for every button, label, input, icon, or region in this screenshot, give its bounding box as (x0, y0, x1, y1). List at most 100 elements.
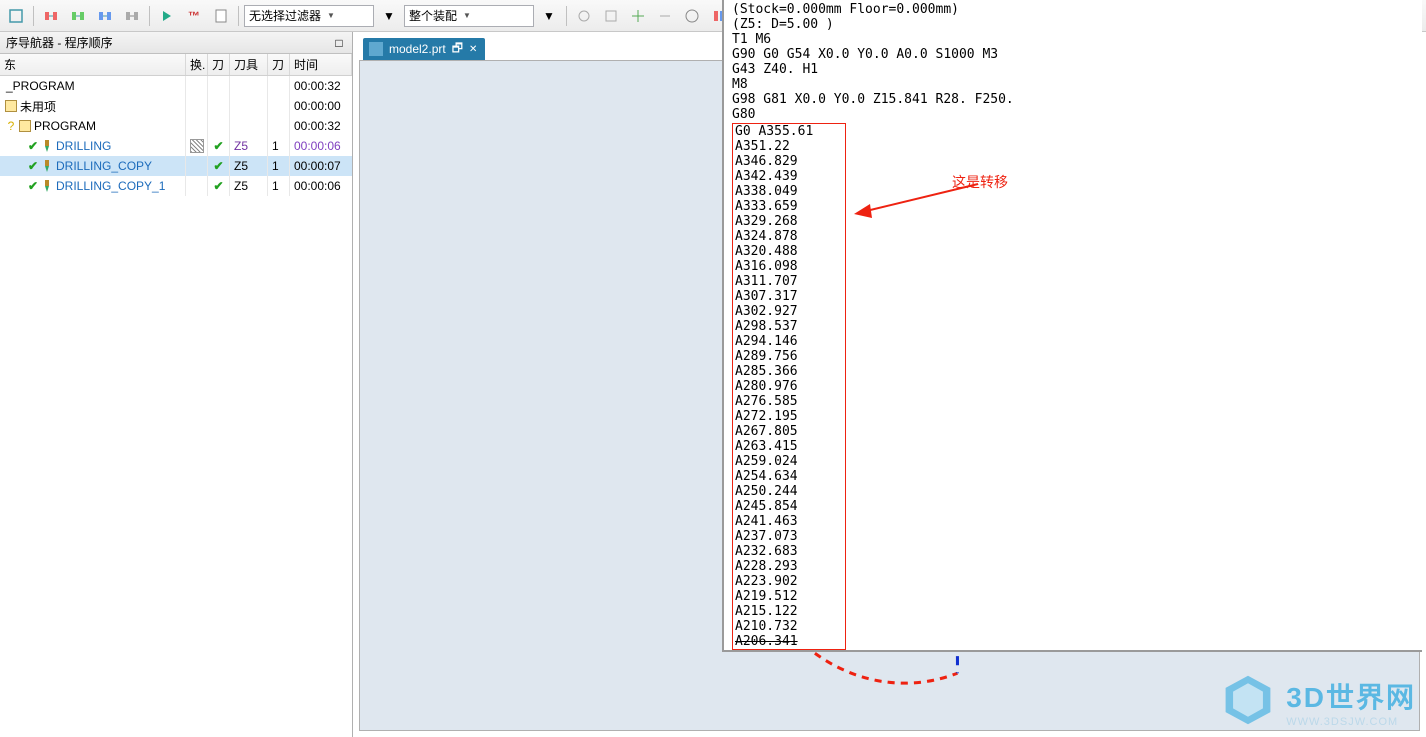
toolbar-btn-m[interactable]: ™ (182, 4, 206, 28)
navigator-title: 序导航器 - 程序顺序 (6, 34, 113, 51)
code-line: A316.098 (735, 259, 843, 274)
time-label: 00:00:06 (294, 179, 341, 193)
code-line: A280.976 (735, 379, 843, 394)
col-change[interactable]: 换. (186, 54, 208, 75)
time-label: 00:00:07 (294, 159, 341, 173)
model-tab[interactable]: model2.prt 🗗 ✕ (363, 38, 485, 60)
filter-dropdown-label: 无选择过滤器 (249, 7, 321, 24)
toolbar-btn-ar[interactable]: ▼ (377, 4, 401, 28)
filter-dropdown[interactable]: 无选择过滤器 ▼ (244, 5, 374, 27)
separator-icon (238, 6, 239, 26)
code-line: A311.707 (735, 274, 843, 289)
toolbar-btn-e[interactable] (680, 4, 704, 28)
col-dao[interactable]: 刀 (208, 54, 230, 75)
code-line: A307.317 (735, 289, 843, 304)
navigator-panel: 序导航器 - 程序顺序 □ 东 换. 刀 刀具 刀 时间 _PROGRAM00:… (0, 32, 353, 737)
assembly-dropdown[interactable]: 整个装配 ▼ (404, 5, 534, 27)
close-icon[interactable]: ✕ (469, 44, 477, 55)
col-dao2[interactable]: 刀 (268, 54, 290, 75)
table-row[interactable]: 未用项 00:00:00 (0, 96, 352, 116)
time-label: 00:00:00 (294, 99, 341, 113)
table-row[interactable]: ? PROGRAM 00:00:32 (0, 116, 352, 136)
navigator-header: 序导航器 - 程序顺序 □ (0, 32, 352, 54)
code-line: A272.195 (735, 409, 843, 424)
table-row[interactable]: ✔DRILLING✔Z5100:00:06 (0, 136, 352, 156)
toolbar-btn-link1[interactable] (39, 4, 63, 28)
toolbar-btn-b[interactable] (599, 4, 623, 28)
code-line: A254.634 (735, 469, 843, 484)
toolbar-btn-play[interactable] (155, 4, 179, 28)
code-line: A206.341 (735, 634, 843, 649)
toolbar-btn-link4[interactable] (120, 4, 144, 28)
toolbar-btn-c[interactable] (626, 4, 650, 28)
code-redbox: G0 A355.61A351.22A346.829A342.439A338.04… (732, 123, 846, 650)
code-line: A215.122 (735, 604, 843, 619)
chevron-down-icon: ▼ (463, 11, 471, 20)
tool-num: 1 (272, 139, 279, 153)
separator-icon (566, 6, 567, 26)
check-icon: ✔ (26, 159, 40, 173)
panel-max-icon[interactable]: □ (332, 36, 346, 50)
separator-icon (33, 6, 34, 26)
row-label: DRILLING_COPY (56, 159, 152, 173)
row-label: DRILLING (56, 139, 111, 153)
assembly-dropdown-label: 整个装配 (409, 7, 457, 24)
code-line: A289.756 (735, 349, 843, 364)
row-label: 未用项 (20, 98, 56, 115)
code-line: A285.366 (735, 364, 843, 379)
table-row[interactable]: ✔DRILLING_COPY✔Z5100:00:07 (0, 156, 352, 176)
table-row[interactable]: _PROGRAM00:00:32 (0, 76, 352, 96)
row-label: _PROGRAM (6, 79, 75, 93)
code-line: A263.415 (735, 439, 843, 454)
code-line: A302.927 (735, 304, 843, 319)
folder-icon (18, 119, 32, 133)
code-line: A210.732 (735, 619, 843, 634)
navigator-rows: _PROGRAM00:00:32未用项00:00:00? PROGRAM00:0… (0, 76, 352, 737)
separator-icon (149, 6, 150, 26)
code-line: A346.829 (735, 154, 843, 169)
toolbar-btn-link2[interactable] (66, 4, 90, 28)
code-line: A232.683 (735, 544, 843, 559)
table-row[interactable]: ✔DRILLING_COPY_1✔Z5100:00:06 (0, 176, 352, 196)
code-line: A342.439 (735, 169, 843, 184)
toolbar-btn-doc[interactable] (209, 4, 233, 28)
tab-label: model2.prt (389, 42, 446, 56)
toolbar-btn-link3[interactable] (93, 4, 117, 28)
toolbar-btn-ar2[interactable]: ▼ (537, 4, 561, 28)
code-line: A219.512 (735, 589, 843, 604)
col-time[interactable]: 时间 (290, 54, 352, 75)
toolbar-btn-1[interactable] (4, 4, 28, 28)
code-line: G90 G0 G54 X0.0 Y0.0 A0.0 S1000 M3 (732, 47, 1414, 62)
bulb-icon: ? (4, 119, 18, 133)
time-label: 00:00:06 (294, 139, 341, 153)
toolbar-btn-a[interactable] (572, 4, 596, 28)
code-line: A333.659 (735, 199, 843, 214)
code-line: G80 (732, 107, 1414, 122)
code-line: A324.878 (735, 229, 843, 244)
tool-label: Z5 (234, 159, 248, 173)
code-line: (Stock=0.000mm Floor=0.000mm) (732, 2, 1414, 17)
check-icon: ✔ (212, 179, 226, 193)
col-name[interactable]: 东 (0, 54, 186, 75)
code-line: A250.244 (735, 484, 843, 499)
code-line: G43 Z40. H1 (732, 62, 1414, 77)
code-line: G98 G81 X0.0 Y0.0 Z15.841 R28. F250. (732, 92, 1414, 107)
code-line: A223.902 (735, 574, 843, 589)
toolbar-btn-d[interactable] (653, 4, 677, 28)
watermark-text: 3D世界网 WWW.3DSJW.COM (1286, 676, 1416, 728)
code-line: A228.293 (735, 559, 843, 574)
code-line: A237.073 (735, 529, 843, 544)
code-line: A338.049 (735, 184, 843, 199)
code-line: A351.22 (735, 139, 843, 154)
code-panel: (Stock=0.000mm Floor=0.000mm)(Z5: D=5.00… (722, 0, 1422, 652)
code-line: T1 M6 (732, 32, 1414, 47)
col-daoju[interactable]: 刀具 (230, 54, 268, 75)
row-label: PROGRAM (34, 119, 96, 133)
watermark: 3D世界网 WWW.3DSJW.COM (1220, 672, 1416, 731)
drill-icon (40, 139, 54, 153)
time-label: 00:00:32 (294, 119, 341, 133)
code-line: A267.805 (735, 424, 843, 439)
part-icon (369, 42, 383, 56)
code-line: A298.537 (735, 319, 843, 334)
watermark-logo-icon (1220, 672, 1276, 731)
